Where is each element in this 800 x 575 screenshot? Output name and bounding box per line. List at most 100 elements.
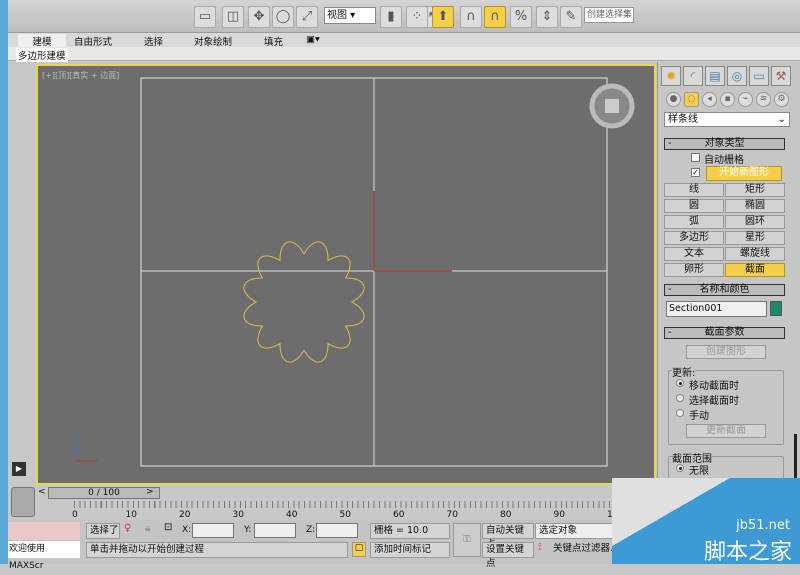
category-dropdown[interactable]: 样条线 ⌄ <box>664 112 790 127</box>
auto-grid-checkbox[interactable] <box>691 153 700 162</box>
mini-curve-editor-button[interactable] <box>11 487 35 517</box>
radio-button[interactable] <box>676 394 684 402</box>
timeline-tick-label: 60 <box>393 510 405 520</box>
start-new-shape-button[interactable]: 开始新图形 <box>706 166 782 181</box>
utilities-tab-icon[interactable]: ⚒ <box>771 66 791 86</box>
start-new-shape-checkbox[interactable]: ✓ <box>691 168 700 177</box>
set-key-button[interactable]: 设置关键点 <box>482 542 534 569</box>
rollout-name-color[interactable]: - 名称和颜色 <box>664 284 785 296</box>
radio-label: 手动 <box>689 411 709 422</box>
isolate-icon[interactable]: ♀ <box>124 523 131 534</box>
rollout-object-type[interactable]: - 对象类型 <box>664 138 785 150</box>
slider-prev-icon[interactable]: < <box>38 487 46 497</box>
key-icon[interactable]: ⚿ <box>453 523 481 557</box>
timeline-tick-label: 0 <box>72 510 78 520</box>
tab-modeling[interactable]: 建模 <box>18 34 66 48</box>
grid-size: 栅格 = 10.0 <box>370 523 450 539</box>
watermark-name: 脚本之家 <box>703 540 792 565</box>
maxscript-mini-listener[interactable]: 欢迎使用 MAXScr <box>8 541 80 571</box>
radio-button[interactable] <box>676 409 684 417</box>
reference-coord-select[interactable]: 视图 ▾ <box>324 7 376 24</box>
update-section-button[interactable]: 更新截面 <box>686 424 766 438</box>
spinner-snap-icon[interactable]: ⇕ <box>536 6 558 28</box>
x-coord-input[interactable] <box>192 523 234 538</box>
ribbon-options-icon[interactable]: ▣▾ <box>306 34 320 45</box>
keyboard-shortcut-icon[interactable]: ⬆ <box>432 6 454 28</box>
window-crossing-icon[interactable]: ◫ <box>222 6 244 28</box>
tab-object-paint[interactable]: 对象绘制 <box>194 34 232 48</box>
snap-toggle-icon[interactable]: ∩ <box>484 6 506 28</box>
tab-populate[interactable]: 填充 <box>264 34 283 48</box>
subtab-polygon-modeling[interactable]: 多边形建模 <box>16 48 68 62</box>
object-name-input[interactable]: Section001 <box>666 301 767 317</box>
timeline-tick-label: 30 <box>232 510 244 520</box>
motion-tab-icon[interactable]: ◎ <box>727 66 747 86</box>
key-filters-button[interactable]: 关键点过滤器... <box>550 542 620 558</box>
shape-button[interactable]: 圆环 <box>725 215 785 229</box>
auto-grid-label: 自动栅格 <box>704 155 744 166</box>
shape-button[interactable]: 多边形 <box>664 231 724 245</box>
auto-key-button[interactable]: 自动关键点 <box>482 523 534 550</box>
helpers-icon[interactable]: ⌁ <box>738 92 753 107</box>
viewcube-face <box>605 99 619 113</box>
z-label: Z: <box>306 525 316 535</box>
angle-snap-icon[interactable]: % <box>510 6 532 28</box>
shapes-icon[interactable]: ◌ <box>684 92 699 107</box>
hierarchy-tab-icon[interactable]: ▤ <box>705 66 725 86</box>
z-coord-input[interactable] <box>316 523 358 538</box>
shape-button[interactable]: 螺旋线 <box>725 247 785 261</box>
move-icon[interactable]: ✥ <box>248 6 270 28</box>
shape-button[interactable]: 矩形 <box>725 183 785 197</box>
shape-button[interactable]: 线 <box>664 183 724 197</box>
rollout-section-parameters[interactable]: - 截面参数 <box>664 327 785 339</box>
add-time-tag[interactable]: 添加时间标记 <box>370 542 450 558</box>
time-slider[interactable]: 0 / 100 <box>48 487 160 499</box>
absolute-mode-icon[interactable]: ⊡ <box>164 522 172 533</box>
timeline-tick-label: 70 <box>446 510 458 520</box>
pivot-icon[interactable]: ▮ <box>380 6 402 28</box>
lock-icon[interactable]: 🔒︎ <box>145 523 150 534</box>
named-selection-set-input[interactable]: 创建选择集 <box>584 7 634 23</box>
create-tab-icon[interactable]: ✹ <box>661 66 681 86</box>
radio-button[interactable] <box>676 464 684 472</box>
shape-button[interactable]: 文本 <box>664 247 724 261</box>
shape-button[interactable]: 星形 <box>725 231 785 245</box>
command-panel-scrollbar[interactable] <box>794 434 797 484</box>
timeline-tick-label: 40 <box>286 510 298 520</box>
geometry-icon[interactable]: ● <box>666 92 681 107</box>
spacewarps-icon[interactable]: ≋ <box>756 92 771 107</box>
key-mode-select[interactable]: 选定对象 <box>535 523 615 539</box>
maxscript-listener-pink[interactable] <box>8 522 80 540</box>
radio-button[interactable] <box>676 379 684 387</box>
time-tag-icon[interactable]: ▢ <box>352 542 366 557</box>
shape-button[interactable]: 卵形 <box>664 263 724 277</box>
create-shape-button[interactable]: 创建图形 <box>686 345 766 359</box>
rotate-icon[interactable]: ◯ <box>272 6 294 28</box>
slider-next-icon[interactable]: > <box>146 487 154 497</box>
scale-icon[interactable]: ⤢ <box>296 6 318 28</box>
play-icon[interactable]: ▶ <box>12 462 26 476</box>
watermark-site: jb51.net <box>736 518 790 533</box>
tab-selection[interactable]: 选择 <box>144 34 163 48</box>
systems-icon[interactable]: ⚙ <box>774 92 789 107</box>
cameras-icon[interactable]: ▪ <box>720 92 735 107</box>
select-manipulate-icon[interactable]: ⁘ <box>406 6 428 28</box>
shape-button[interactable]: 圆 <box>664 199 724 213</box>
select-region-icon[interactable]: ▭ <box>194 6 216 28</box>
shape-button[interactable]: 椭圆 <box>725 199 785 213</box>
selection-count: 选择了 <box>86 523 120 539</box>
track-bar[interactable] <box>74 501 634 519</box>
display-tab-icon[interactable]: ▭ <box>749 66 769 86</box>
object-color-swatch[interactable] <box>770 301 782 316</box>
shape-button[interactable]: 截面 <box>725 263 785 277</box>
tab-freeform[interactable]: 自由形式 <box>74 34 112 48</box>
edit-named-selection-icon[interactable]: ✎ <box>560 6 582 28</box>
modify-tab-icon[interactable]: ◜ <box>683 66 703 86</box>
shape-button[interactable]: 弧 <box>664 215 724 229</box>
y-coord-input[interactable] <box>254 523 296 538</box>
reference-coord-value: 视图 <box>327 10 347 21</box>
snap-2d-icon[interactable]: ∩ <box>460 6 482 28</box>
lights-icon[interactable]: ◂ <box>702 92 717 107</box>
timeline-tick-label: 50 <box>339 510 351 520</box>
viewport-top[interactable]: [+][顶][真实 + 边面] ▶ <box>12 64 656 485</box>
